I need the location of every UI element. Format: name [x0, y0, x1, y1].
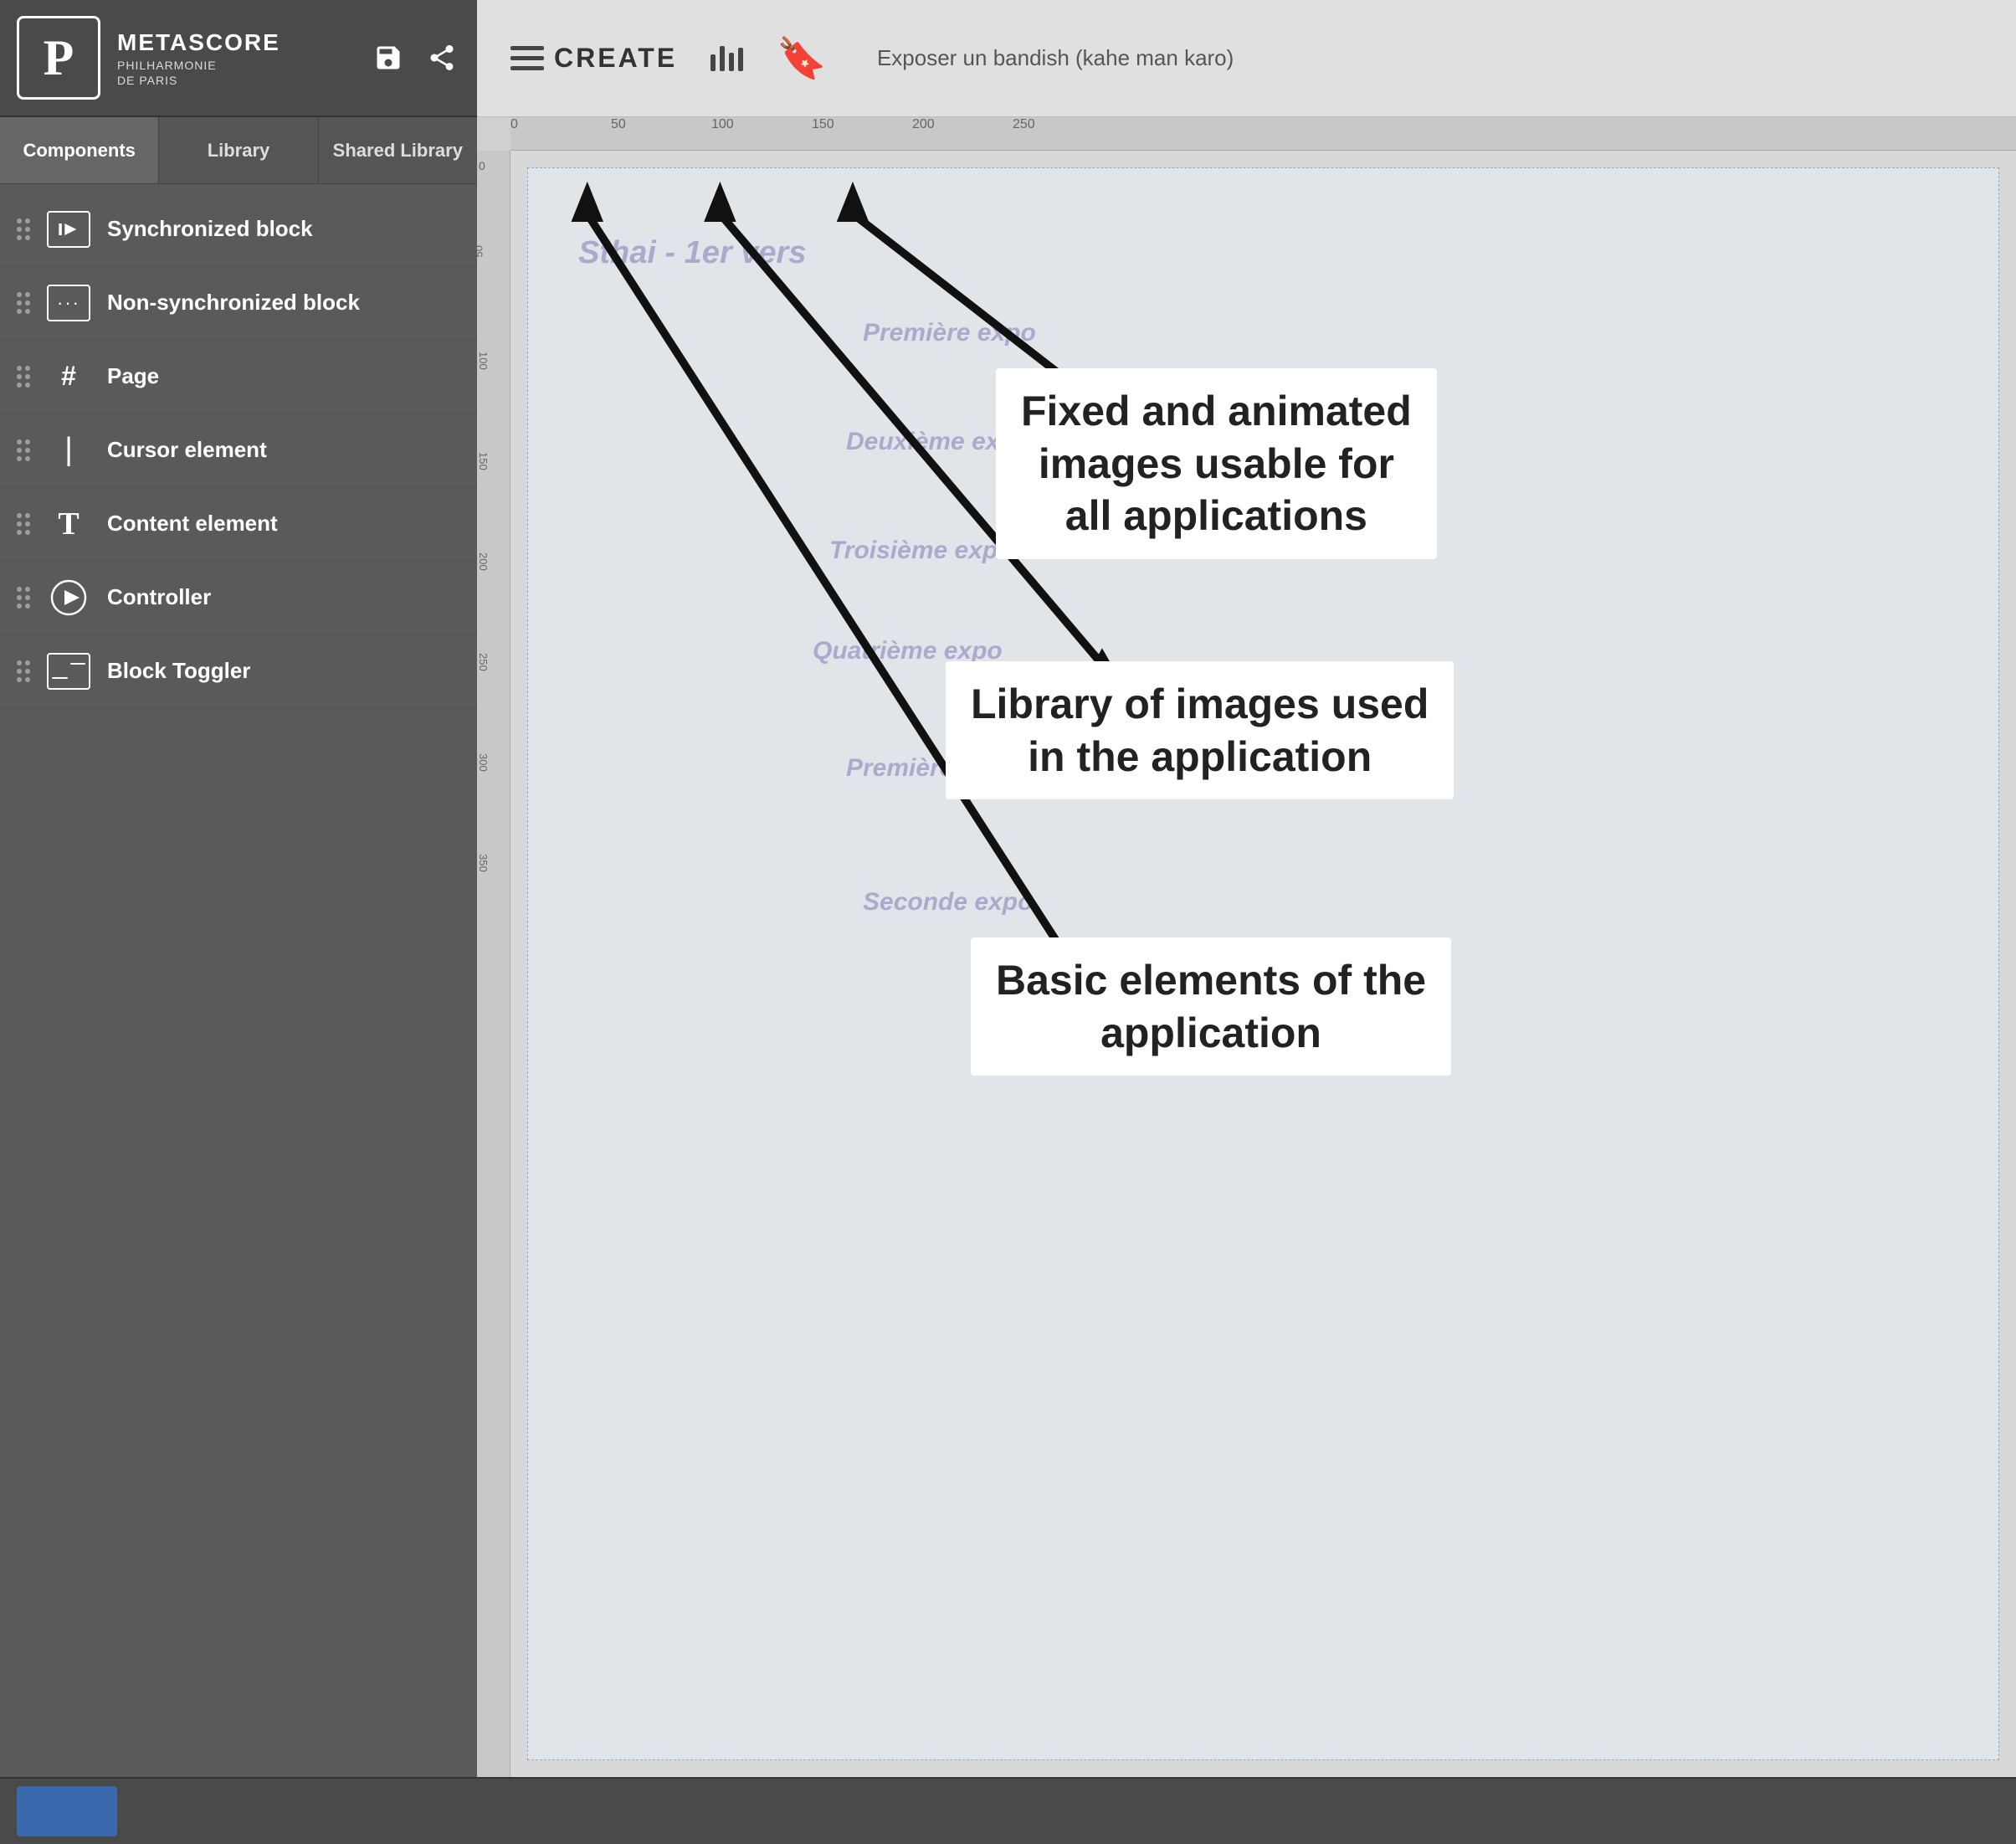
non-synchronized-block-label: Non-synchronized block: [107, 290, 360, 316]
create-label: CREATE: [554, 43, 677, 74]
bottom-timeline-left: [0, 1777, 477, 1844]
share-icon[interactable]: [423, 39, 460, 76]
ruler-mark-0: 0: [510, 117, 518, 132]
list-item[interactable]: T Content element: [0, 487, 477, 561]
page-icon: #: [47, 355, 90, 398]
drag-handle: [17, 587, 30, 609]
drag-handle: [17, 660, 30, 682]
ruler-mark-200: 200: [912, 117, 935, 132]
canvas-box: Sthai - 1er vers Première expo Deuxième …: [527, 167, 1999, 1760]
content-element-label: Content element: [107, 511, 278, 537]
ruler-v-200: 200: [477, 552, 490, 571]
list-item[interactable]: Block Toggler: [0, 634, 477, 708]
left-panel: P METASCORE PHILHARMONIE DE PARIS Compon…: [0, 0, 477, 1844]
controller-icon: [47, 576, 90, 619]
app-name: METASCORE: [117, 28, 280, 58]
non-synchronized-block-icon: ···: [47, 281, 90, 325]
block-toggler-label: Block Toggler: [107, 658, 250, 684]
canvas-area: 0 50 100 150 200 250 0 50 100 150 200 25…: [477, 117, 2016, 1777]
tabs-bar: Components Library Shared Library: [0, 117, 477, 184]
list-item[interactable]: | Cursor element: [0, 413, 477, 487]
content-element-icon: T: [47, 502, 90, 546]
drag-handle: [17, 218, 30, 240]
tab-components[interactable]: Components: [0, 117, 159, 183]
canvas-text-sthai: Sthai - 1er vers: [578, 235, 806, 271]
app-subtitle-1: PHILHARMONIE: [117, 58, 280, 73]
ruler-mark-150: 150: [812, 117, 834, 132]
ruler-v-50: 50: [477, 245, 485, 257]
ruler-v-250: 250: [477, 653, 490, 671]
canvas-text-3: Troisième expo: [829, 537, 1013, 565]
ruler-v-350: 350: [477, 854, 490, 872]
drag-handle: [17, 439, 30, 461]
bars-icon: [710, 46, 743, 71]
cursor-element-label: Cursor element: [107, 437, 267, 463]
timeline-thumbnail: [17, 1786, 117, 1836]
right-header: CREATE 🔖 Exposer un bandish (kahe man ka…: [477, 0, 2016, 117]
ruler-v-300: 300: [477, 753, 490, 772]
page-label: Page: [107, 363, 159, 389]
hamburger-icon[interactable]: [510, 46, 544, 70]
ruler-left: 0 50 100 150 200 250 300 350: [477, 151, 510, 1777]
bookmark-icon: 🔖: [777, 34, 827, 82]
bottom-timeline-right: [477, 1777, 2016, 1844]
ruler-v-100: 100: [477, 352, 490, 370]
logo-box: P: [17, 16, 100, 100]
ruler-mark-250: 250: [1013, 117, 1035, 132]
block-toggler-icon: [47, 650, 90, 693]
drag-handle: [17, 292, 30, 314]
document-title: Exposer un bandish (kahe man karo): [877, 45, 1234, 71]
canvas-text-1: Première expo: [863, 319, 1036, 347]
right-panel: CREATE 🔖 Exposer un bandish (kahe man ka…: [477, 0, 2016, 1844]
app-subtitle-2: DE PARIS: [117, 73, 280, 88]
logo-letter: P: [44, 29, 74, 87]
drag-handle: [17, 366, 30, 388]
component-list: Synchronized block ··· Non-synchronized …: [0, 184, 477, 1777]
toolbar-icons: [370, 39, 460, 76]
ruler-mark-50: 50: [611, 117, 626, 132]
canvas-content: Sthai - 1er vers Première expo Deuxième …: [510, 151, 2016, 1777]
list-item[interactable]: # Page: [0, 340, 477, 413]
list-item[interactable]: Synchronized block: [0, 193, 477, 266]
logo-text: METASCORE PHILHARMONIE DE PARIS: [117, 28, 280, 89]
list-item[interactable]: ··· Non-synchronized block: [0, 266, 477, 340]
app-header: P METASCORE PHILHARMONIE DE PARIS: [0, 0, 477, 117]
ruler-mark-100: 100: [711, 117, 734, 132]
synchronized-block-label: Synchronized block: [107, 216, 313, 242]
tab-library[interactable]: Library: [159, 117, 318, 183]
canvas-text-6: Seconde expo: [863, 888, 1033, 917]
tab-shared-library[interactable]: Shared Library: [319, 117, 477, 183]
canvas-text-2: Deuxième expo: [846, 428, 1030, 456]
canvas-text-4: Quatrième expo: [813, 637, 1003, 665]
save-icon[interactable]: [370, 39, 407, 76]
ruler-top: 0 50 100 150 200 250: [510, 117, 2016, 151]
synchronized-block-icon: [47, 208, 90, 251]
ruler-v-0: 0: [479, 159, 485, 172]
ruler-v-150: 150: [477, 452, 490, 470]
canvas-text-5: Première expo: [846, 754, 1019, 783]
drag-handle: [17, 513, 30, 535]
controller-label: Controller: [107, 584, 211, 610]
header-menu: CREATE: [510, 43, 677, 74]
list-item[interactable]: Controller: [0, 561, 477, 634]
cursor-element-icon: |: [47, 429, 90, 472]
